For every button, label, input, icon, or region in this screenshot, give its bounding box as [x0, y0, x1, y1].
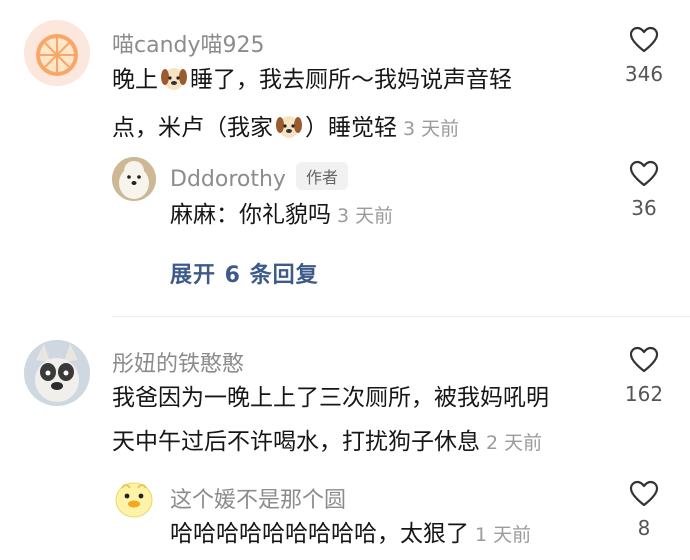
white-dog-icon [112, 157, 156, 201]
comment-text-part: 点，米卢（我家 [112, 115, 273, 141]
heart-outline-icon [629, 26, 659, 53]
reply-username[interactable]: 这个媛不是那个圆 [170, 482, 346, 514]
like-count: 36 [631, 196, 657, 220]
like-count: 346 [624, 62, 664, 86]
avatar-duck[interactable] [112, 476, 156, 520]
expand-replies-link[interactable]: 展开 6 条回复 [170, 257, 319, 289]
author-badge: 作者 [295, 162, 348, 190]
avatar-orange[interactable] [24, 20, 90, 86]
reply-username[interactable]: Dddorothy 作者 [170, 162, 348, 192]
comment-username[interactable]: 彤妞的铁憨憨 [112, 346, 244, 378]
reply-text: 麻麻：你礼貌吗 3 天前 [170, 193, 570, 238]
reply-time: 1 天前 [475, 524, 532, 546]
heart-outline-icon [629, 480, 659, 507]
duck-icon [115, 482, 153, 518]
like-count: 162 [624, 382, 664, 406]
heart-outline-icon [629, 160, 659, 187]
comment-username[interactable]: 喵candy喵925 [112, 27, 265, 59]
like-button[interactable]: 36 [614, 160, 674, 220]
comment-text-part: 我爸因为一晚上上了三次厕所，被我妈吼明 [112, 385, 549, 411]
reply-text-content: 哈哈哈哈哈哈哈哈哈，太狠了 [170, 521, 469, 547]
comment-text-part: 睡了，我去厕所～我妈说声音轻 [190, 67, 512, 93]
comment-text-part: 晚上 [112, 67, 158, 93]
heart-outline-icon [629, 346, 659, 373]
like-count: 8 [637, 516, 651, 540]
comment-text: 我爸因为一晚上上了三次厕所，被我妈吼明 天中午过后不许喝水，打扰狗子休息 2 天前 [112, 376, 612, 465]
comment-time: 2 天前 [486, 432, 543, 454]
comment-item: 喵candy喵925 晚上 睡了，我去厕所～我妈说声音轻 点，米卢（我家 ）睡觉轻 3… [0, 0, 690, 300]
comment-text-part: 天中午过后不许喝水，打扰狗子休息 [112, 429, 480, 455]
like-button[interactable]: 162 [614, 346, 674, 406]
dog-emoji-icon [160, 62, 188, 106]
reply-username-text: Dddorothy [170, 167, 286, 192]
comment-time: 3 天前 [403, 118, 460, 140]
avatar-white-dog[interactable] [112, 157, 156, 201]
reply-text: 哈哈哈哈哈哈哈哈哈，太狠了 1 天前 [170, 512, 600, 557]
reply-time: 3 天前 [337, 205, 394, 227]
comment-divider [112, 316, 690, 317]
dog-emoji-icon [275, 110, 303, 154]
orange-slice-icon [24, 20, 90, 86]
comment-item: 彤妞的铁憨憨 我爸因为一晚上上了三次厕所，被我妈吼明 天中午过后不许喝水，打扰狗… [0, 320, 690, 560]
like-button[interactable]: 346 [614, 26, 674, 86]
comment-text-part: ）睡觉轻 [305, 115, 397, 141]
reply-text-content: 麻麻：你礼貌吗 [170, 202, 331, 228]
comment-text: 晚上 睡了，我去厕所～我妈说声音轻 点，米卢（我家 ）睡觉轻 3 天前 [112, 58, 572, 154]
like-button[interactable]: 8 [614, 480, 674, 540]
bulldog-icon [24, 340, 90, 406]
avatar-bulldog[interactable] [24, 340, 90, 406]
